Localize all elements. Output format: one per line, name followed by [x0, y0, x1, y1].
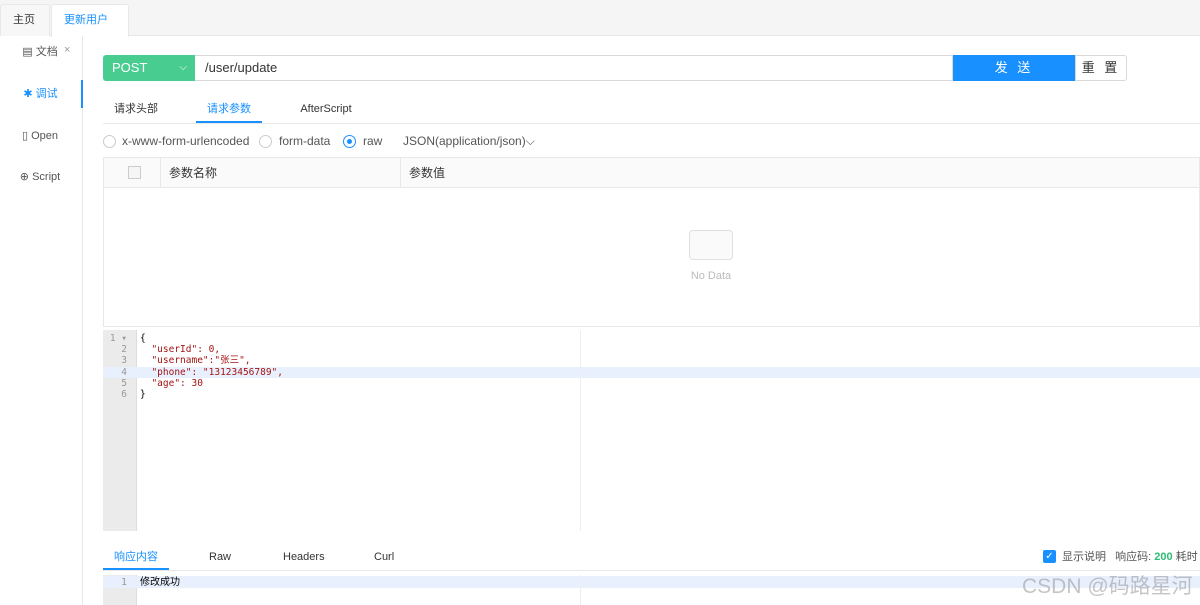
sidebar-item-open[interactable]: ▯ Open: [0, 122, 80, 150]
method-select[interactable]: POST ⌵: [103, 55, 195, 81]
file-icon: ▯: [21, 130, 29, 142]
tab-request-headers[interactable]: 请求头部: [103, 97, 169, 123]
print-margin: [580, 575, 581, 605]
line-number: 6: [121, 389, 127, 400]
radio-form-data[interactable]: [259, 135, 272, 148]
reset-button[interactable]: 重 置: [1075, 55, 1127, 81]
sidebar-item-label: Open: [31, 130, 59, 142]
tab-curl[interactable]: Curl: [374, 548, 394, 570]
sidebar-item-label: 文档: [35, 46, 58, 58]
code-line: "userId": 0,: [140, 344, 221, 355]
content-type-select[interactable]: JSON(application/json)⌵: [403, 133, 535, 149]
divider: [103, 123, 1200, 124]
chevron-down-icon: ⌵: [525, 134, 535, 148]
column-header-name: 参数名称: [160, 158, 400, 188]
tab-headers[interactable]: Headers: [283, 548, 325, 570]
line-number: 1: [120, 577, 127, 588]
url-input[interactable]: /user/update: [195, 55, 953, 81]
code-line: "phone": "13123456789",: [140, 367, 283, 378]
radio-urlencoded[interactable]: [103, 135, 116, 148]
chevron-down-icon: ⌵: [179, 62, 187, 73]
line-number: 4: [121, 367, 127, 378]
status-code-label: 响应码:: [1115, 551, 1152, 563]
sidebar-item-debug[interactable]: ✱ 调试: [0, 80, 83, 108]
tab-update-user[interactable]: 更新用户 ×: [51, 4, 129, 56]
tab-label: 更新用户: [64, 14, 108, 26]
radio-label: x-www-form-urlencoded: [122, 134, 250, 148]
tab-afterscript[interactable]: AfterScript: [290, 97, 362, 123]
sidebar-item-label: Script: [32, 171, 61, 183]
radio-label: form-data: [279, 134, 331, 148]
empty-text: No Data: [690, 270, 732, 282]
select-all-checkbox[interactable]: [128, 166, 141, 179]
line-number: 5: [121, 378, 127, 389]
params-table-body: No Data: [103, 188, 1200, 327]
json-editor[interactable]: 1 ▾ 2 3 4 5 6 { "userId": 0, "username":…: [103, 330, 1200, 531]
code-line: {: [140, 333, 146, 344]
tab-request-params[interactable]: 请求参数: [196, 97, 262, 123]
tab-raw[interactable]: Raw: [209, 548, 231, 570]
code-line: }: [140, 389, 146, 400]
radio-raw[interactable]: [343, 135, 356, 148]
sidebar-item-docs[interactable]: ▤ 文档: [0, 38, 80, 66]
page-tab-bar: [0, 0, 1200, 36]
response-meta: 显示说明 响应码: 200 耗时: [1062, 549, 1198, 565]
line-number: 2: [121, 344, 127, 355]
bug-icon: ✱: [23, 88, 33, 100]
line-number: 3: [121, 355, 127, 366]
script-icon: ⊕: [19, 171, 30, 183]
tab-home[interactable]: 主页: [0, 4, 50, 36]
document-icon: ▤: [22, 46, 33, 58]
tab-label: 主页: [13, 14, 35, 26]
send-button[interactable]: 发 送: [953, 55, 1075, 81]
watermark: CSDN @码路星河: [1022, 575, 1193, 598]
code-line: "age": 30: [140, 378, 203, 389]
empty-inbox-icon: [689, 230, 733, 260]
code-line: "username":"张三",: [140, 355, 251, 366]
time-label: 耗时: [1175, 551, 1198, 563]
line-number: 1 ▾: [109, 333, 127, 344]
print-margin: [580, 330, 581, 531]
show-desc-label: 显示说明: [1062, 551, 1106, 563]
sidebar-item-label: 调试: [35, 88, 58, 100]
status-code: 200: [1154, 551, 1173, 563]
radio-label: raw: [363, 134, 383, 148]
column-header-value: 参数值: [400, 158, 1190, 188]
sidebar-item-script[interactable]: ⊕ Script: [0, 163, 80, 191]
code-line: 修改成功: [140, 577, 180, 588]
method-value: POST: [112, 60, 148, 75]
show-desc-checkbox[interactable]: ✓: [1043, 550, 1056, 563]
params-table-header: 参数名称 参数值: [103, 157, 1200, 188]
tab-response-content[interactable]: 响应内容: [103, 548, 169, 570]
content-type-value: JSON(application/json): [403, 134, 526, 148]
